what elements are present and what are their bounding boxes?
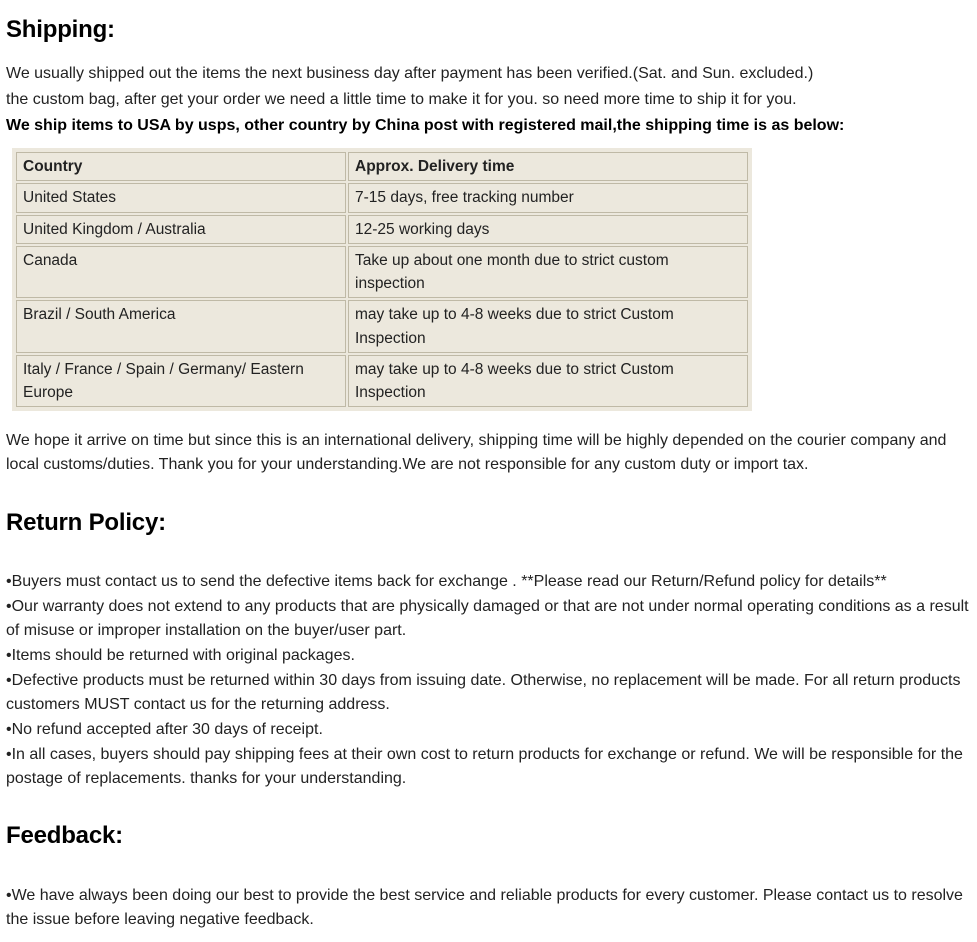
feedback-heading: Feedback: [6, 818, 971, 854]
return-heading: Return Policy: [6, 505, 971, 541]
shipping-para-1: We usually shipped out the items the nex… [6, 62, 971, 86]
delivery-table-wrap: Country Approx. Delivery time United Sta… [12, 148, 752, 411]
cell-time: may take up to 4-8 weeks due to strict C… [348, 355, 748, 408]
cell-time: may take up to 4-8 weeks due to strict C… [348, 300, 748, 353]
shipping-heading: Shipping: [6, 12, 971, 48]
cell-country: Canada [16, 246, 346, 299]
shipping-para-3: We ship items to USA by usps, other coun… [6, 114, 971, 138]
cell-country: Italy / France / Spain / Germany/ Easter… [16, 355, 346, 408]
table-row: Brazil / South America may take up to 4-… [16, 300, 748, 353]
return-item: •Items should be returned with original … [6, 644, 971, 668]
table-row: Canada Take up about one month due to st… [16, 246, 748, 299]
return-item: •No refund accepted after 30 days of rec… [6, 718, 971, 742]
table-row: United States 7-15 days, free tracking n… [16, 183, 748, 212]
cell-time: Take up about one month due to strict cu… [348, 246, 748, 299]
return-item: •Defective products must be returned wit… [6, 669, 971, 717]
cell-country: United States [16, 183, 346, 212]
cell-country: Brazil / South America [16, 300, 346, 353]
delivery-table: Country Approx. Delivery time United Sta… [14, 150, 750, 409]
cell-time: 7-15 days, free tracking number [348, 183, 748, 212]
return-item: •Buyers must contact us to send the defe… [6, 570, 971, 594]
cell-time: 12-25 working days [348, 215, 748, 244]
th-country: Country [16, 152, 346, 181]
return-item: •In all cases, buyers should pay shippin… [6, 743, 971, 791]
table-row: United Kingdom / Australia 12-25 working… [16, 215, 748, 244]
shipping-para-2: the custom bag, after get your order we … [6, 88, 971, 112]
th-delivery: Approx. Delivery time [348, 152, 748, 181]
table-header-row: Country Approx. Delivery time [16, 152, 748, 181]
shipping-para-4: We hope it arrive on time but since this… [6, 429, 971, 477]
table-row: Italy / France / Spain / Germany/ Easter… [16, 355, 748, 408]
return-item: •Our warranty does not extend to any pro… [6, 595, 971, 643]
cell-country: United Kingdom / Australia [16, 215, 346, 244]
feedback-para-1: •We have always been doing our best to p… [6, 884, 971, 932]
